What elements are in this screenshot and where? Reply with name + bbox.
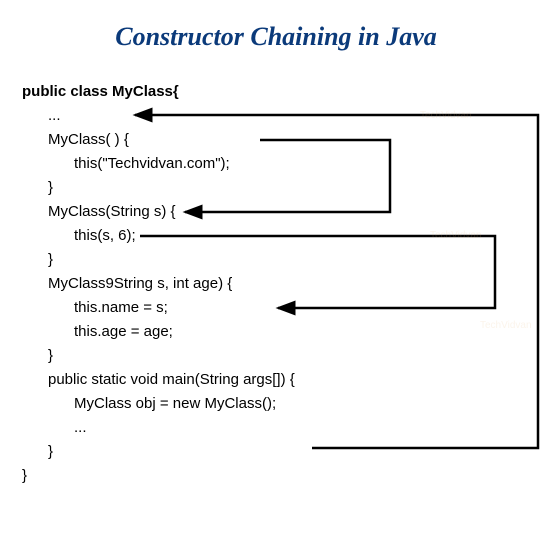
code-line: } [22,180,295,195]
code-line: this.name = s; [22,300,295,315]
diagram-title: Constructor Chaining in Java [0,0,552,52]
code-block: public class MyClass{ ... MyClass( ) { t… [22,84,295,492]
code-line: MyClass obj = new MyClass(); [22,396,295,411]
code-line: } [22,444,295,459]
code-line: this.age = age; [22,324,295,339]
watermark: TechVidvan [430,230,482,241]
code-line: } [22,468,295,483]
code-line: MyClass(String s) { [22,204,295,219]
code-line: this(s, 6); [22,228,295,243]
code-line: } [22,348,295,363]
code-line: } [22,252,295,267]
code-line: MyClass9String s, int age) { [22,276,295,291]
code-line: MyClass( ) { [22,132,295,147]
watermark: TechVidvan [420,110,472,121]
code-line: ... [22,108,295,123]
watermark: TechVidvan [480,320,532,331]
code-line: public class MyClass{ [22,84,295,99]
code-line: this("Techvidvan.com"); [22,156,295,171]
code-line: ... [22,420,295,435]
code-line: public static void main(String args[]) { [22,372,295,387]
